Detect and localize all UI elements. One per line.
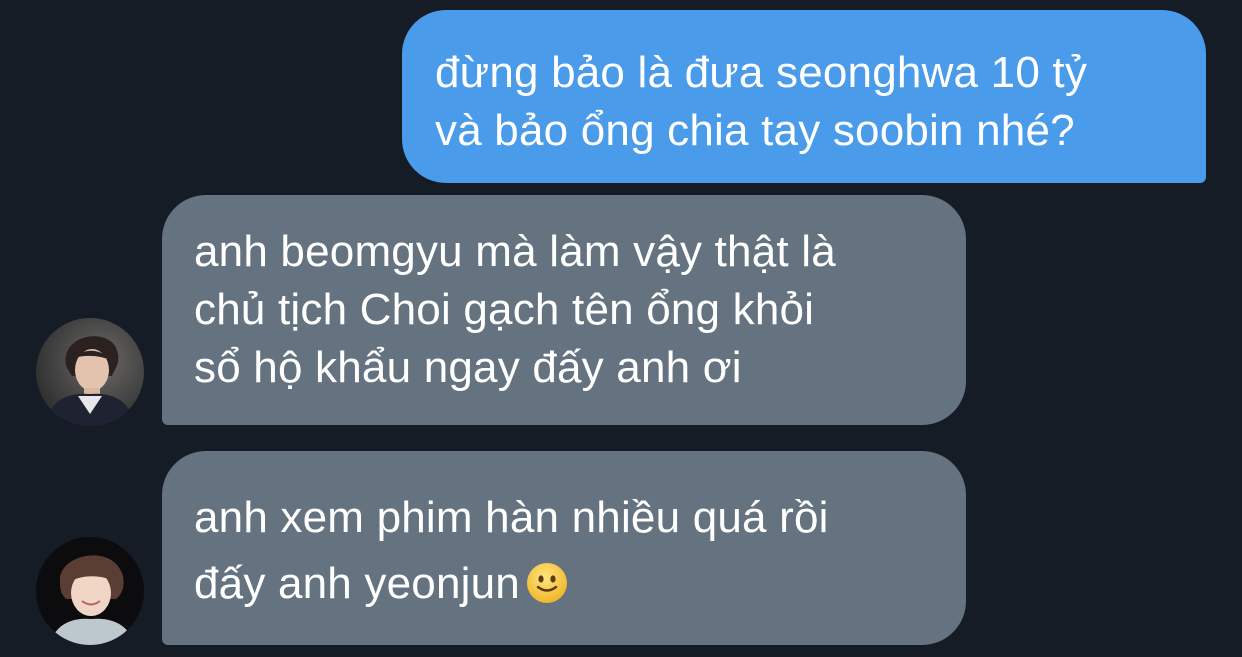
message-text-line: anh beomgyu mà làm vậy thật là [194, 227, 836, 276]
sender-avatar[interactable] [36, 537, 144, 645]
avatar-photo-icon [36, 537, 144, 645]
message-text-line: đừng bảo là đưa seonghwa 10 tỷ [435, 48, 1088, 97]
avatar-photo-icon [36, 318, 144, 426]
message-text-line: anh xem phim hàn nhiều quá rồi [194, 493, 829, 542]
outgoing-message-bubble[interactable]: đừng bảo là đưa seonghwa 10 tỷ và bảo ổn… [402, 10, 1206, 183]
message-text-line: sổ hộ khẩu ngay đấy anh ơi [194, 343, 742, 392]
slightly-smiling-face-icon [526, 563, 567, 603]
message-text-line: chủ tịch Choi gạch tên ổng khỏi [194, 285, 815, 334]
message-text-line: và bảo ổng chia tay soobin nhé? [435, 106, 1075, 155]
incoming-message-bubble[interactable]: anh xem phim hàn nhiều quá rồi đấy anh y… [162, 451, 966, 645]
sender-avatar[interactable] [36, 318, 144, 426]
incoming-message-bubble[interactable]: anh beomgyu mà làm vậy thật là chủ tịch … [162, 195, 966, 425]
message-text-line: đấy anh yeonjun [194, 551, 966, 617]
chat-thread: đừng bảo là đưa seonghwa 10 tỷ và bảo ổn… [0, 0, 1242, 657]
message-text: đấy anh yeonjun [194, 559, 520, 608]
